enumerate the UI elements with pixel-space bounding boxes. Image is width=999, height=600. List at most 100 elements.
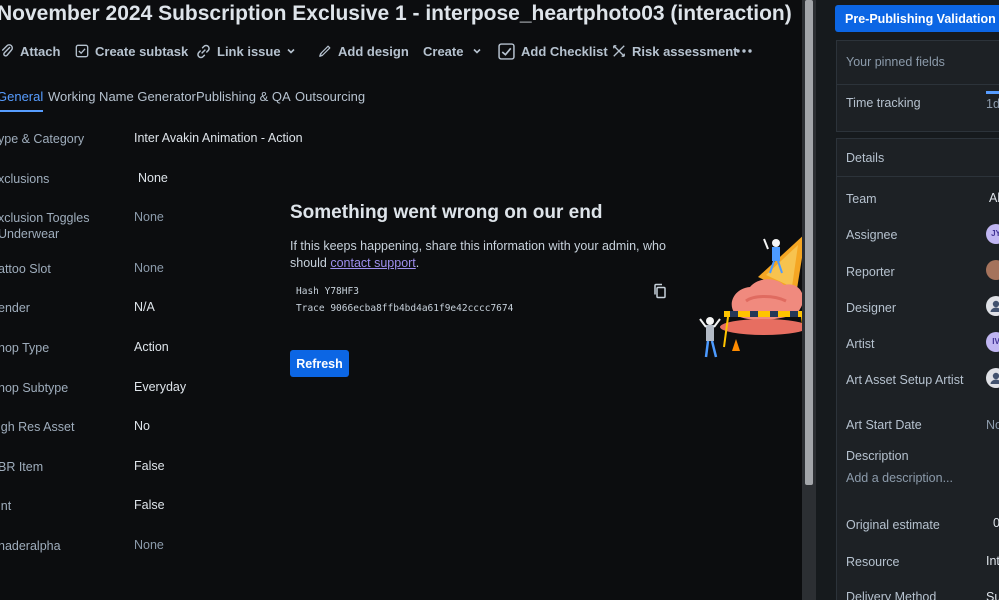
reporter-avatar[interactable]	[986, 260, 999, 280]
time-tracking-value[interactable]: 1d	[986, 97, 999, 111]
error-illustration	[699, 236, 802, 358]
designer-avatar[interactable]	[986, 296, 999, 316]
risk-assessment-label: Risk assessment	[632, 43, 738, 59]
error-message-end: .	[415, 256, 420, 270]
field-value[interactable]: Inter Avakin Animation - Action	[134, 130, 303, 146]
user-icon	[990, 372, 999, 384]
designer-label: Designer	[846, 301, 897, 315]
field-label: int	[0, 499, 12, 513]
field-value[interactable]: Action	[134, 339, 169, 355]
main-scrollbar-thumb[interactable]	[805, 0, 813, 485]
add-checklist-button[interactable]: Add Checklist	[498, 38, 608, 64]
create-subtask-label: Create subtask	[95, 43, 189, 59]
add-design-label: Add design	[338, 43, 409, 59]
field-label: igh Res Asset	[0, 420, 75, 434]
checkbox-icon	[498, 42, 515, 60]
link-issue-dropdown[interactable]	[286, 38, 296, 64]
team-label: Team	[846, 192, 877, 206]
details-sidebar	[816, 0, 999, 600]
pinned-fields-label: Your pinned fields	[846, 55, 945, 69]
tab-publishing-qa[interactable]: Publishing & QA	[196, 88, 291, 112]
field-value[interactable]: None	[134, 260, 164, 276]
status-button-label: Pre-Publishing Validation	[845, 11, 996, 26]
artist-avatar[interactable]: IV	[986, 332, 999, 352]
description-label: Description	[846, 449, 909, 463]
resource-label: Resource	[846, 555, 900, 569]
error-hash: Hash Y78HF3	[296, 286, 359, 297]
pinned-divider	[836, 84, 999, 85]
issue-toolbar: Attach Create subtask Link issue Add des…	[0, 38, 802, 64]
risk-assessment-button[interactable]: Risk assessment	[612, 38, 738, 64]
team-value[interactable]: Al	[989, 191, 999, 205]
original-estimate-value[interactable]: 0	[993, 516, 999, 530]
link-icon	[197, 44, 210, 58]
tab-working-name-generator[interactable]: Working Name Generator	[48, 88, 196, 112]
attach-label: Attach	[20, 43, 61, 59]
art-start-date-label: Art Start Date	[846, 418, 922, 432]
description-input[interactable]: Add a description...	[846, 471, 953, 485]
error-trace: Trace 9066ecba8ffb4bd4a61f9e42cccc7674	[296, 303, 514, 314]
issue-main-panel: November 2024 Subscription Exclusive 1 -…	[0, 0, 802, 600]
more-horizontal-icon	[736, 49, 752, 53]
field-value[interactable]: None	[138, 170, 168, 186]
create-label: Create	[423, 43, 464, 59]
field-label: attoo Slot	[0, 262, 51, 276]
field-label: ype & Category	[0, 132, 85, 146]
field-label: haderalpha	[0, 539, 61, 553]
refresh-button[interactable]: Refresh	[290, 350, 349, 377]
link-issue-button[interactable]: Link issue	[196, 38, 281, 64]
original-estimate-label: Original estimate	[846, 518, 940, 532]
issue-tabs: General Working Name Generator Publishin…	[0, 88, 802, 114]
add-design-button[interactable]: Add design	[318, 38, 409, 64]
field-label: xclusions	[0, 172, 50, 186]
paperclip-icon	[1, 44, 13, 57]
create-dropdown-button[interactable]: Create	[423, 38, 482, 64]
field-value[interactable]: False	[134, 497, 165, 513]
field-value[interactable]: Everyday	[134, 379, 186, 395]
copy-icon[interactable]	[652, 283, 668, 304]
create-subtask-button[interactable]: Create subtask	[75, 38, 188, 64]
art-start-date-value[interactable]: No	[986, 418, 999, 432]
add-checklist-label: Add Checklist	[521, 43, 608, 59]
issue-title[interactable]: November 2024 Subscription Exclusive 1 -…	[0, 2, 792, 26]
time-tracking-bar	[986, 91, 999, 94]
details-divider	[836, 176, 999, 177]
artist-label: Artist	[846, 337, 875, 351]
field-label: hop Type	[0, 341, 50, 355]
assignee-avatar[interactable]: JY	[986, 224, 999, 244]
assignee-label: Assignee	[846, 228, 898, 242]
attach-button[interactable]: Attach	[0, 38, 60, 64]
delivery-method-value[interactable]: Su	[986, 590, 999, 600]
tab-outsourcing[interactable]: Outsourcing	[295, 88, 365, 112]
status-button[interactable]: Pre-Publishing Validation	[835, 5, 999, 32]
field-label: ender	[0, 301, 30, 315]
chevron-down-icon	[473, 48, 482, 54]
subtask-icon	[75, 44, 89, 58]
delivery-method-label: Delivery Method	[846, 590, 937, 600]
contact-support-link[interactable]: contact support	[330, 256, 415, 270]
art-asset-setup-artist-avatar[interactable]	[986, 368, 999, 388]
details-header[interactable]: Details	[846, 151, 884, 165]
error-message: If this keeps happening, share this info…	[290, 238, 670, 272]
time-tracking-label: Time tracking	[846, 96, 921, 110]
field-value[interactable]: None	[134, 537, 164, 553]
art-asset-setup-artist-label: Art Asset Setup Artist	[846, 373, 964, 387]
error-title: Something went wrong on our end	[290, 202, 603, 223]
field-label: BR Item	[0, 460, 44, 474]
risk-icon	[613, 45, 625, 57]
link-issue-label: Link issue	[217, 43, 281, 59]
chevron-down-icon	[287, 48, 295, 54]
field-value[interactable]: None	[134, 209, 164, 225]
more-actions-button[interactable]	[736, 38, 752, 64]
resource-value[interactable]: Int	[986, 554, 999, 568]
field-value[interactable]: N/A	[134, 299, 155, 315]
user-icon	[990, 300, 999, 312]
field-value[interactable]: No	[134, 418, 150, 434]
field-label: xclusion Toggles Underwear	[0, 211, 90, 241]
pinned-fields-card	[836, 40, 999, 132]
field-value[interactable]: False	[134, 458, 165, 474]
design-pen-icon	[319, 45, 331, 57]
field-label: hop Subtype	[0, 381, 69, 395]
reporter-label: Reporter	[846, 265, 895, 279]
tab-general[interactable]: General	[0, 88, 44, 112]
